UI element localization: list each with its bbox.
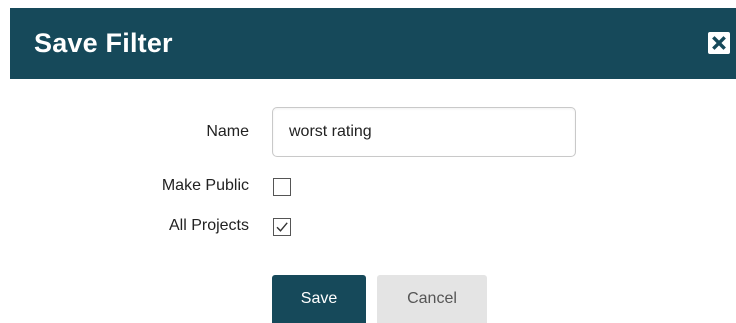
all-projects-label: All Projects <box>168 217 249 234</box>
close-button[interactable] <box>708 32 730 54</box>
all-projects-label-wrap: All Projects <box>0 216 249 236</box>
checkmark-icon <box>276 222 288 232</box>
name-label-wrap: Name <box>0 122 249 142</box>
make-public-checkbox[interactable] <box>273 178 291 196</box>
name-input[interactable] <box>272 107 576 157</box>
cancel-button[interactable]: Cancel <box>377 275 487 323</box>
make-public-label: Make Public <box>161 177 249 194</box>
save-button[interactable]: Save <box>272 275 366 323</box>
dialog-title: Save Filter <box>34 28 173 58</box>
save-filter-dialog: Save Filter Name Make Public All Project… <box>0 0 736 323</box>
all-projects-checkbox[interactable] <box>273 218 291 236</box>
dialog-header: Save Filter <box>10 8 736 79</box>
make-public-label-wrap: Make Public <box>0 176 249 196</box>
close-icon <box>712 36 726 50</box>
name-label: Name <box>206 123 249 140</box>
